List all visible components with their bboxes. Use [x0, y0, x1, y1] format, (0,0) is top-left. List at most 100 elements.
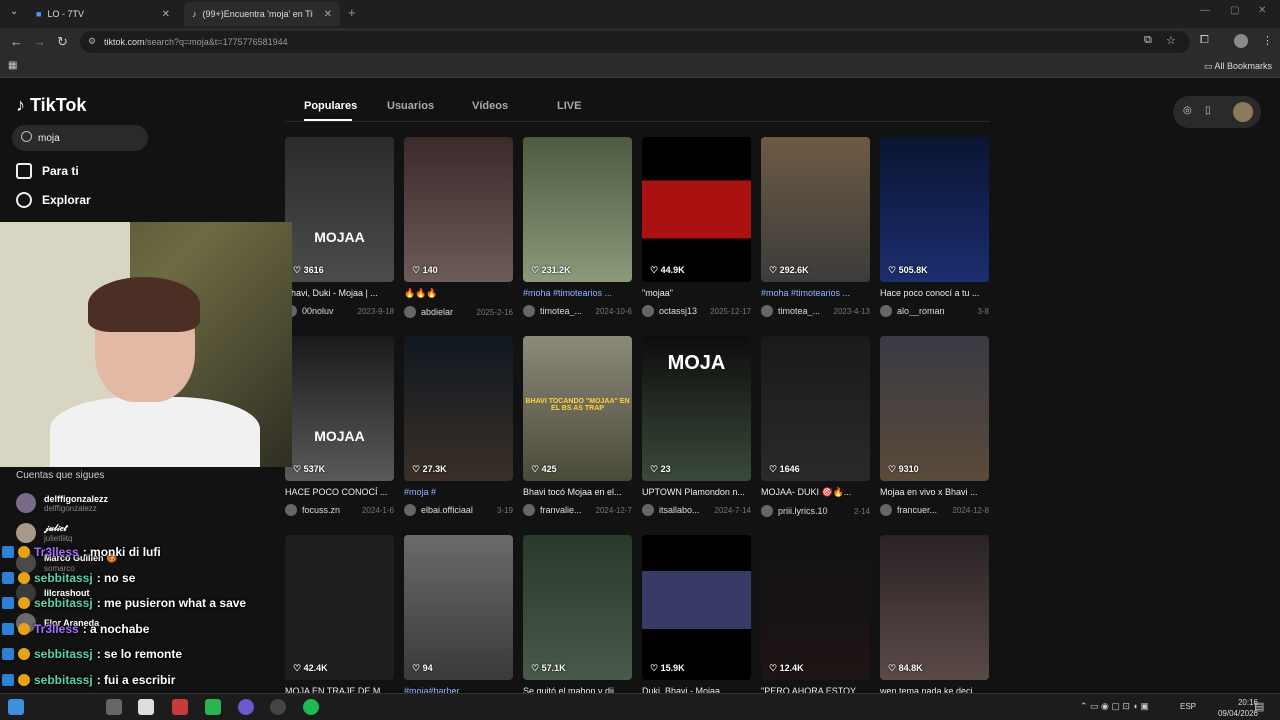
tray-icons[interactable]: ⌃ ▭ ◉ ▢ ⊡ ◖ ▣ [1080, 701, 1149, 712]
video-caption[interactable]: Mojaa en vivo x Bhavi ... [880, 487, 989, 497]
discord-icon[interactable] [238, 699, 254, 715]
notifications-icon[interactable]: ▤ [1254, 700, 1264, 713]
nav-explorar[interactable]: Explorar [16, 192, 91, 208]
clock[interactable]: 20:16 09/04/2026 [1218, 697, 1258, 719]
video-card[interactable]: ♡ 42.4K MOJA EN TRAJE DE M... [285, 535, 394, 696]
video-caption[interactable]: UPTOWN Plamondon n... [642, 487, 751, 497]
nav-para-ti[interactable]: Para ti [16, 163, 79, 179]
author-avatar[interactable] [761, 505, 773, 517]
tiktok-logo[interactable]: ♪ TikTok [16, 95, 86, 116]
new-tab-icon[interactable]: + [348, 5, 356, 20]
author-name[interactable]: itsallabo... [659, 505, 700, 515]
video-card[interactable]: ♡ 44.9K "mojaa" octassj13 2025-12-17 [642, 137, 751, 317]
author-name[interactable]: 00noluv [302, 306, 334, 316]
author-avatar[interactable] [880, 504, 892, 516]
video-card[interactable]: ♡ 57.1K Se quitó el mahon y dij... [523, 535, 632, 696]
maximize-icon[interactable]: ▢ [1230, 5, 1239, 16]
author-name[interactable]: timotea_... [540, 306, 582, 316]
video-card[interactable]: ♡ 292.6K #moha #timotearios ... timotea_..… [761, 137, 870, 317]
video-caption[interactable]: #moja # [404, 487, 513, 497]
author-name[interactable]: timotea_... [778, 306, 820, 316]
following-item[interactable]: 𝒿𝓊𝓁𝒾𝑒𝓉 julietliitq [16, 523, 72, 543]
minimize-icon[interactable]: — [1200, 5, 1210, 16]
tab-search-icon[interactable]: ⌄ [10, 6, 18, 17]
video-thumbnail[interactable]: ♡ 94 [404, 535, 513, 680]
author-name[interactable]: focuss.zn [302, 505, 340, 515]
video-caption[interactable]: Bhavi tocó Mojaa en el... [523, 487, 632, 497]
author-avatar[interactable] [880, 305, 892, 317]
video-thumbnail[interactable]: ♡ 84.8K [880, 535, 989, 680]
search-taskbar-icon[interactable] [106, 699, 122, 715]
video-thumbnail[interactable]: ♡ 505.8K [880, 137, 989, 282]
tab-videos[interactable]: Vídeos [472, 100, 508, 112]
author-avatar[interactable] [404, 504, 416, 516]
video-thumbnail[interactable]: ♡ 292.6K [761, 137, 870, 282]
user-avatar[interactable] [1233, 102, 1253, 122]
compass-icon[interactable]: ◎ [1183, 105, 1192, 116]
back-icon[interactable]: ← [10, 34, 23, 49]
apps-grid-icon[interactable]: ▦ [8, 60, 17, 71]
author-name[interactable]: octassj13 [659, 306, 697, 316]
close-tab-icon[interactable]: ✕ [324, 9, 332, 20]
app-icon[interactable] [172, 699, 188, 715]
close-tab-icon[interactable]: ✕ [162, 9, 170, 20]
app-icon[interactable] [205, 699, 221, 715]
video-card[interactable]: ♡ 231.2K #moha #timotearios ... timotea_..… [523, 137, 632, 317]
menu-icon[interactable]: ⋮ [1262, 34, 1273, 47]
video-caption[interactable]: Hace poco conocí a tu ... [880, 288, 989, 298]
bookmark-star-icon[interactable]: ☆ [1166, 34, 1176, 47]
video-thumbnail[interactable]: ♡ 15.9K [642, 535, 751, 680]
video-thumbnail[interactable]: ♡ 231.2K [523, 137, 632, 282]
author-avatar[interactable] [404, 306, 416, 318]
video-caption[interactable]: 🔥🔥🔥 [404, 288, 513, 299]
video-card[interactable]: MOJAA ♡ 537K HACE POCO CONOCÍ ... focuss.zn… [285, 336, 394, 516]
video-caption[interactable]: MOJAA- DUKI 🎯🔥... [761, 487, 870, 498]
tab-live[interactable]: LIVE [557, 100, 581, 112]
phone-icon[interactable]: ▯ [1205, 105, 1211, 116]
video-thumbnail[interactable]: MOJAA ♡ 3616 [285, 137, 394, 282]
author-name[interactable]: francuer... [897, 505, 937, 515]
video-card[interactable]: ♡ 27.3K #moja # elbai.officiaal 3-19 [404, 336, 513, 516]
video-card[interactable]: ♡ 505.8K Hace poco conocí a tu ... alo__ro… [880, 137, 989, 317]
reload-icon[interactable]: ↻ [57, 34, 68, 50]
video-card[interactable]: ♡ 12.4K "PERO AHORA ESTOY ... [761, 535, 870, 696]
video-caption[interactable]: #moha #timotearios ... [523, 288, 632, 298]
author-avatar[interactable] [285, 504, 297, 516]
language-indicator[interactable]: ESP [1180, 702, 1196, 711]
spotify-icon[interactable] [303, 699, 319, 715]
video-card[interactable]: ♡ 94 #moja#barber [404, 535, 513, 696]
author-avatar[interactable] [642, 305, 654, 317]
forward-icon[interactable]: → [33, 34, 46, 49]
tab-populares[interactable]: Populares [304, 100, 357, 112]
video-thumbnail[interactable]: ♡ 9310 [880, 336, 989, 481]
author-avatar[interactable] [761, 305, 773, 317]
author-avatar[interactable] [523, 305, 535, 317]
tab-usuarios[interactable]: Usuarios [387, 100, 434, 112]
video-thumbnail[interactable]: ♡ 44.9K [642, 137, 751, 282]
video-card[interactable]: ♡ 1646 MOJAA- DUKI 🎯🔥... priii.lyrics.10 2-… [761, 336, 870, 517]
author-name[interactable]: franvalie... [540, 505, 582, 515]
author-name[interactable]: alo__roman [897, 306, 945, 316]
search-input[interactable]: moja [12, 125, 148, 151]
author-name[interactable]: abdielar [421, 307, 453, 317]
profile-avatar[interactable] [1234, 34, 1248, 48]
obs-icon[interactable] [270, 699, 286, 715]
video-caption[interactable]: "mojaa" [642, 288, 751, 298]
browser-tab-2[interactable]: ♪ (99+)Encuentra 'moja' en TikTok ✕ [184, 2, 340, 26]
notepad-icon[interactable] [138, 699, 154, 715]
author-avatar[interactable] [523, 504, 535, 516]
url-input[interactable]: ⚙ tiktok.com/search?q=moja&t=17757765819… [80, 31, 1190, 53]
all-bookmarks-button[interactable]: ▭ All Bookmarks [1204, 61, 1272, 72]
video-caption[interactable]: HACE POCO CONOCÍ ... [285, 487, 394, 497]
browser-tab-1[interactable]: ■ LO - 7TV ✕ [28, 2, 178, 26]
video-card[interactable]: ♡ 15.9K Duki, Bhavi - Mojaa [642, 535, 751, 696]
video-thumbnail[interactable]: ♡ 12.4K [761, 535, 870, 680]
video-thumbnail[interactable]: ♡ 27.3K [404, 336, 513, 481]
site-info-icon[interactable]: ⚙ [88, 36, 96, 47]
video-card[interactable]: BHAVI TOCANDO "MOJAA" EN EL BS AS TRAP ♡ … [523, 336, 632, 516]
install-icon[interactable]: ⧉ [1144, 34, 1152, 47]
author-name[interactable]: priii.lyrics.10 [778, 506, 828, 516]
author-name[interactable]: elbai.officiaal [421, 505, 473, 515]
video-thumbnail[interactable]: BHAVI TOCANDO "MOJAA" EN EL BS AS TRAP ♡ … [523, 336, 632, 481]
video-card[interactable]: ♡ 9310 Mojaa en vivo x Bhavi ... francuer.… [880, 336, 989, 516]
